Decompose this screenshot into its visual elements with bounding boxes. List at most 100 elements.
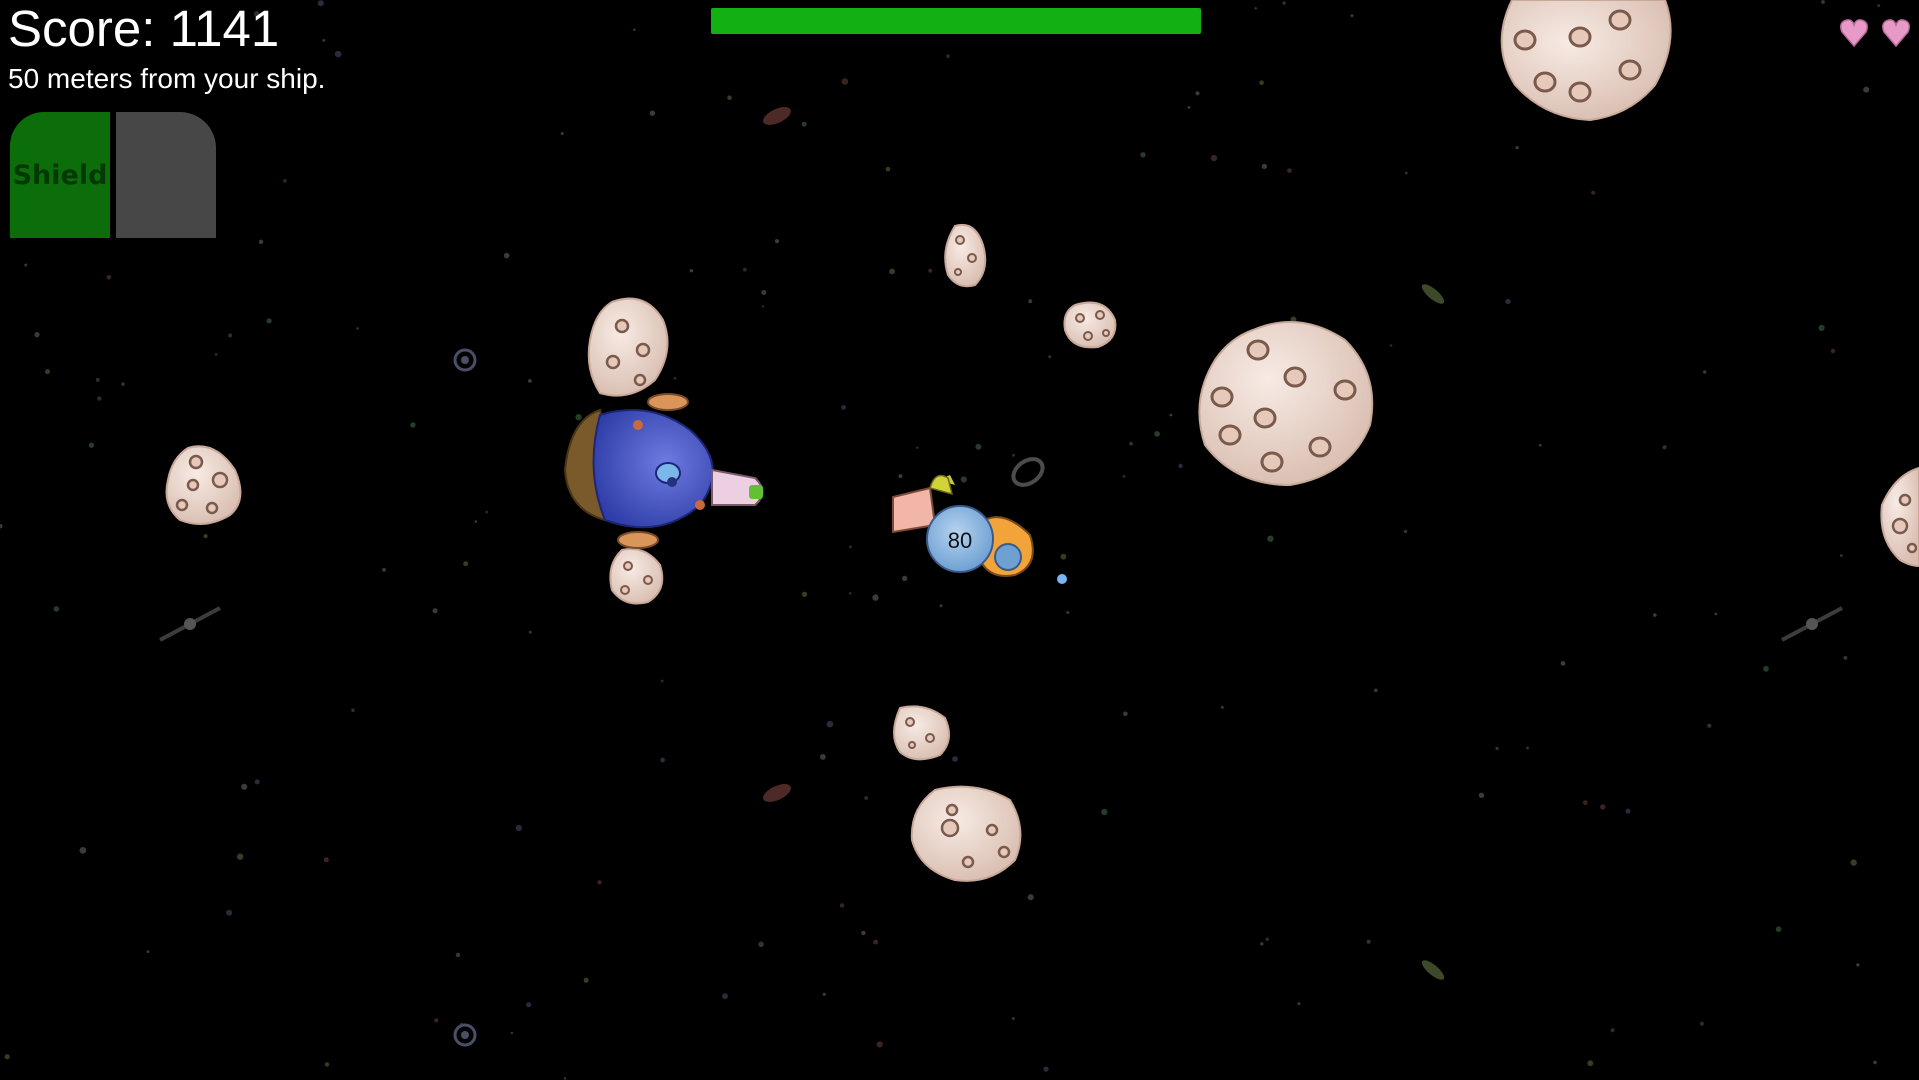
star: [121, 382, 125, 386]
star: [1178, 463, 1183, 469]
star: [722, 993, 728, 1000]
game-playfield[interactable]: 80: [0, 0, 1919, 1080]
star: [1260, 942, 1264, 946]
star: [689, 269, 694, 273]
empty-ability-slot[interactable]: [116, 112, 216, 238]
star: [45, 369, 50, 375]
asteroid: [1063, 301, 1117, 349]
star: [952, 756, 958, 762]
star: [1763, 665, 1769, 672]
star: [1587, 1060, 1594, 1067]
star: [434, 1018, 439, 1023]
galaxy: [1011, 457, 1045, 487]
star: [873, 939, 879, 945]
star: [761, 305, 765, 308]
star: [975, 443, 982, 450]
star: [889, 268, 895, 275]
star: [563, 1077, 567, 1080]
star: [1265, 937, 1269, 941]
star: [575, 414, 582, 421]
star: [382, 568, 386, 572]
star: [1526, 746, 1529, 750]
star: [1259, 80, 1264, 85]
galaxy: [1421, 960, 1445, 980]
star: [0, 524, 3, 529]
star: [1261, 163, 1268, 170]
star: [864, 796, 869, 800]
star: [673, 376, 677, 380]
distance-to-ship-label: 50 meters from your ship.: [8, 63, 326, 94]
star: [1840, 554, 1843, 557]
star: [1169, 413, 1173, 417]
star: [1843, 656, 1848, 660]
star: [1350, 14, 1354, 18]
star: [1012, 453, 1015, 457]
star: [203, 534, 208, 539]
star: [1653, 613, 1657, 617]
star: [241, 783, 248, 790]
shield-button[interactable]: Shield: [10, 112, 110, 238]
star: [820, 754, 826, 760]
galaxy: [763, 784, 791, 802]
star: [885, 166, 891, 172]
star: [1662, 445, 1667, 450]
star: [1600, 804, 1606, 810]
star: [849, 592, 852, 595]
asteroid: [944, 223, 987, 288]
star: [1856, 963, 1860, 967]
player-projectile: [1057, 574, 1067, 584]
star: [1699, 1021, 1704, 1026]
star: [258, 239, 264, 244]
star: [1366, 939, 1371, 944]
star: [774, 239, 780, 244]
star: [1012, 1017, 1015, 1020]
galaxy: [453, 1023, 477, 1047]
star: [1830, 348, 1836, 354]
star: [34, 332, 40, 338]
star: [528, 379, 532, 383]
star: [324, 1062, 330, 1067]
star: [53, 606, 60, 612]
player-number: 80: [948, 528, 972, 553]
star: [528, 630, 532, 634]
star: [841, 78, 849, 85]
astronaut-player[interactable]: 80: [892, 474, 1034, 577]
star: [1877, 4, 1881, 7]
star: [1703, 370, 1707, 374]
asteroid: [893, 705, 950, 761]
star: [876, 1041, 883, 1048]
star: [1210, 154, 1218, 162]
star: [1515, 146, 1519, 150]
star: [826, 720, 834, 728]
star: [1027, 894, 1034, 901]
star: [146, 950, 150, 953]
star: [801, 591, 808, 597]
star: [1582, 800, 1588, 805]
star: [861, 930, 866, 936]
star: [727, 95, 732, 100]
star: [106, 275, 112, 280]
star: [660, 757, 665, 763]
asteroid: [910, 785, 1022, 882]
star: [1154, 431, 1160, 437]
asteroid: [587, 297, 669, 397]
shield-label: Shield: [12, 159, 108, 191]
star: [283, 179, 287, 183]
star: [1254, 7, 1258, 10]
star: [1195, 91, 1200, 96]
star: [317, 0, 324, 7]
enemy-spaceship: [563, 393, 764, 549]
star: [322, 39, 326, 42]
star: [1187, 106, 1191, 109]
star: [841, 405, 846, 410]
asteroid: [609, 548, 664, 605]
star: [1591, 190, 1596, 195]
star: [928, 268, 933, 273]
star: [503, 252, 510, 259]
star: [1821, 0, 1825, 4]
star: [1374, 688, 1378, 693]
star: [214, 353, 218, 356]
asteroid: [1880, 466, 1919, 568]
star: [1287, 168, 1292, 174]
star: [4, 1054, 10, 1060]
